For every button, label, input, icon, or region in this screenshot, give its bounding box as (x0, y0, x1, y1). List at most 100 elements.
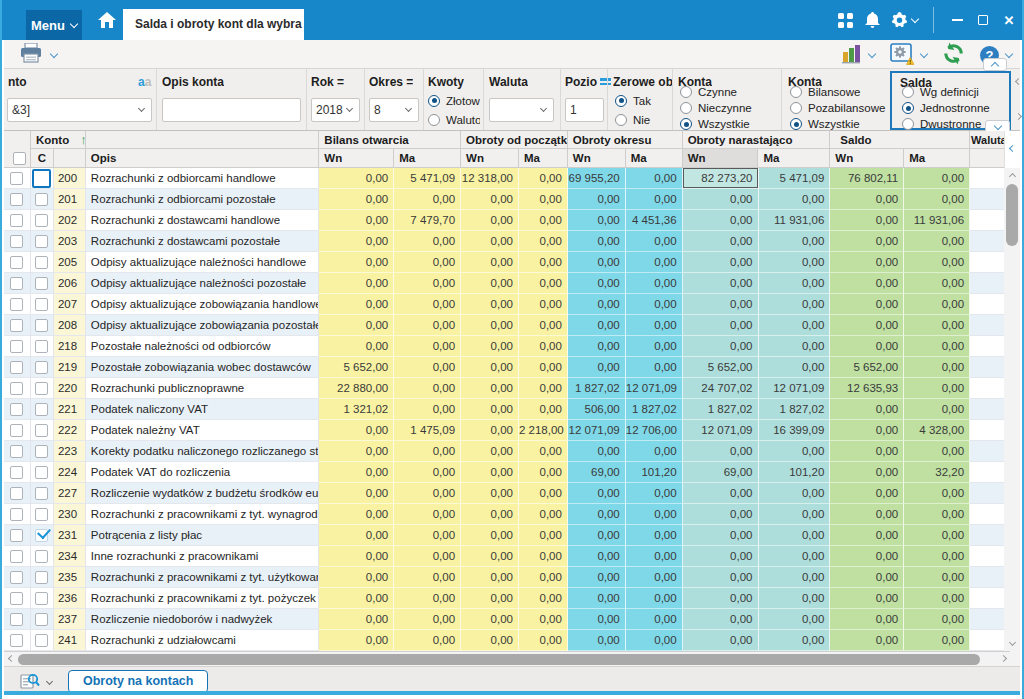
account-number[interactable]: 237 (54, 609, 86, 630)
amount-cell[interactable]: 0,00 (519, 567, 568, 588)
amount-cell[interactable]: 0,00 (319, 315, 394, 336)
amount-cell[interactable]: 0,00 (759, 630, 831, 651)
amount-cell[interactable]: 2 218,00 (519, 420, 568, 441)
amount-cell[interactable]: 0,00 (759, 336, 831, 357)
amount-cell[interactable]: 0,00 (759, 231, 831, 252)
row-c-checkbox[interactable] (31, 336, 54, 357)
table-row[interactable]: 237Rozliczenie niedoborów i nadwyżek 0,00… (4, 609, 1010, 630)
amount-cell[interactable]: 0,00 (519, 315, 568, 336)
radio-option[interactable]: Waluto (428, 110, 480, 129)
account-number[interactable]: 203 (54, 231, 86, 252)
amount-cell[interactable]: 0,00 (759, 357, 831, 378)
row-select-checkbox[interactable] (4, 483, 31, 504)
amount-cell[interactable]: 0,00 (568, 210, 626, 231)
account-description[interactable]: Pozostałe zobowiązania wobec dostawców (86, 357, 320, 378)
account-description[interactable]: Rozrachunki z dostawcami handlowe (86, 210, 320, 231)
amount-cell[interactable]: 0,00 (626, 357, 683, 378)
amount-cell[interactable]: 0,00 (394, 567, 461, 588)
amount-cell[interactable]: 0,00 (904, 231, 970, 252)
amount-cell[interactable]: 0,00 (461, 357, 519, 378)
radio-button[interactable] (680, 118, 692, 130)
scroll-left-arrow[interactable] (4, 652, 18, 667)
amount-cell[interactable]: 0,00 (683, 609, 759, 630)
amount-cell[interactable]: 0,00 (394, 609, 461, 630)
amount-cell[interactable]: 0,00 (759, 546, 831, 567)
amount-cell[interactable]: 12 071,09 (568, 420, 626, 441)
account-number[interactable]: 219 (54, 357, 86, 378)
menu-button[interactable]: Menu (26, 10, 82, 40)
radio-option[interactable]: Złotow (428, 91, 480, 110)
amount-cell[interactable]: 22 880,00 (319, 378, 394, 399)
amount-cell[interactable]: 0,00 (319, 630, 394, 651)
close-button[interactable]: ✕ (996, 0, 1022, 40)
table-row[interactable]: 223Korekty podatku naliczonego rozliczan… (4, 441, 1010, 462)
amount-cell[interactable]: 0,00 (519, 210, 568, 231)
amount-cell[interactable]: 0,00 (519, 378, 568, 399)
row-select-checkbox[interactable] (4, 420, 31, 441)
amount-cell[interactable]: 0,00 (904, 567, 970, 588)
radio-option[interactable]: Tak (615, 91, 651, 110)
amount-cell[interactable]: 0,00 (394, 315, 461, 336)
table-row[interactable]: 221Podatek naliczony VAT1 321,020,000,00… (4, 399, 1010, 420)
amount-cell[interactable]: 0,00 (904, 504, 970, 525)
amount-cell[interactable]: 101,20 (759, 462, 831, 483)
row-c-checkbox[interactable] (31, 588, 54, 609)
row-select-checkbox[interactable] (4, 588, 31, 609)
tab-obroty-na-kontach[interactable]: Obroty na kontach (68, 670, 208, 693)
account-number[interactable]: 235 (54, 567, 86, 588)
panel-collapse-arrow[interactable] (1004, 131, 1020, 168)
table-row[interactable]: 201Rozrachunki z odbiorcami pozostałe0,0… (4, 189, 1010, 210)
column-header-bilans-wn[interactable]: Wn (319, 149, 394, 168)
account-description[interactable]: Odpisy aktualizujące zobowiązania handlo… (86, 294, 320, 315)
radio-button[interactable] (790, 118, 802, 130)
account-description[interactable]: Rozliczenie niedoborów i nadwyżek (86, 609, 320, 630)
amount-cell[interactable]: 0,00 (626, 504, 683, 525)
amount-cell[interactable]: 0,00 (519, 273, 568, 294)
amount-cell[interactable]: 0,00 (568, 357, 626, 378)
amount-cell[interactable]: 0,00 (394, 273, 461, 294)
account-number[interactable]: 206 (54, 273, 86, 294)
account-description[interactable]: Podatek VAT do rozliczenia (86, 462, 320, 483)
amount-cell[interactable]: 0,00 (626, 441, 683, 462)
amount-cell[interactable]: 11 931,06 (759, 210, 831, 231)
account-description[interactable]: Rozrachunki z udziałowcami (86, 630, 320, 651)
table-row[interactable]: 220Rozrachunki publicznoprawne22 880,000… (4, 378, 1010, 399)
column-header-saldo-wn[interactable]: Wn (830, 149, 904, 168)
amount-cell[interactable]: 0,00 (519, 357, 568, 378)
amount-cell[interactable]: 0,00 (830, 399, 904, 420)
amount-cell[interactable]: 0,00 (519, 630, 568, 651)
amount-cell[interactable]: 0,00 (626, 336, 683, 357)
horizontal-scrollbar[interactable] (4, 651, 1010, 666)
amount-cell[interactable]: 12 635,93 (830, 378, 904, 399)
amount-cell[interactable]: 0,00 (626, 231, 683, 252)
row-select-checkbox[interactable] (4, 294, 31, 315)
amount-cell[interactable]: 0,00 (319, 252, 394, 273)
account-description[interactable]: Rozrachunki z dostawcami pozostałe (86, 231, 320, 252)
scroll-right-arrow[interactable] (996, 652, 1010, 667)
account-number[interactable]: 202 (54, 210, 86, 231)
amount-cell[interactable]: 0,00 (319, 441, 394, 462)
amount-cell[interactable]: 0,00 (626, 483, 683, 504)
column-header-saldo-ma[interactable]: Ma (904, 149, 970, 168)
amount-cell[interactable]: 0,00 (319, 168, 394, 189)
amount-cell[interactable]: 0,00 (519, 609, 568, 630)
amount-cell[interactable]: 0,00 (759, 504, 831, 525)
amount-cell[interactable]: 0,00 (519, 483, 568, 504)
account-description[interactable]: Podatek należny VAT (86, 420, 320, 441)
amount-cell[interactable]: 0,00 (626, 546, 683, 567)
table-row[interactable]: 219Pozostałe zobowiązania wobec dostawcó… (4, 357, 1010, 378)
amount-cell[interactable]: 0,00 (683, 546, 759, 567)
amount-cell[interactable]: 0,00 (519, 399, 568, 420)
amount-cell[interactable]: 0,00 (568, 189, 626, 210)
account-number[interactable]: 234 (54, 546, 86, 567)
amount-cell[interactable]: 0,00 (683, 525, 759, 546)
amount-cell[interactable]: 0,00 (759, 273, 831, 294)
amount-cell[interactable]: 5 652,00 (683, 357, 759, 378)
row-select-checkbox[interactable] (4, 273, 31, 294)
table-row[interactable]: 235Rozrachunki z pracownikami z tyt. uży… (4, 567, 1010, 588)
maximize-button[interactable] (970, 0, 996, 40)
amount-cell[interactable]: 0,00 (319, 483, 394, 504)
radio-option[interactable]: Pozabilansowe (790, 100, 885, 116)
amount-cell[interactable]: 0,00 (904, 378, 970, 399)
radio-button[interactable] (428, 95, 440, 107)
